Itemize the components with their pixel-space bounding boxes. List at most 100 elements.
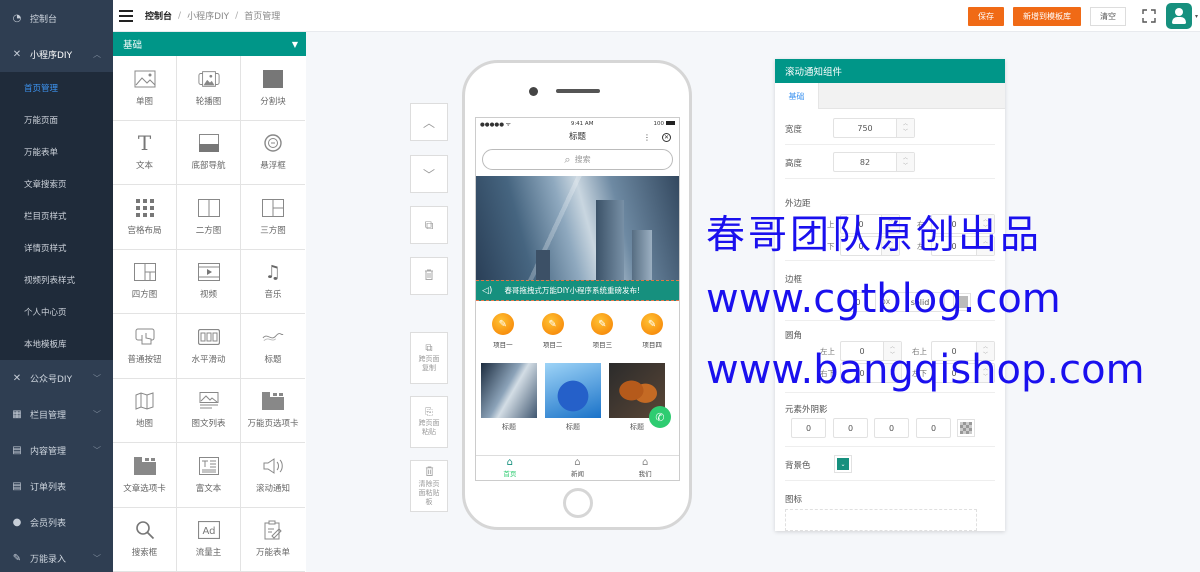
shadow-color-picker[interactable] <box>957 419 975 437</box>
sidebar-subitem-article-search[interactable]: 文章搜索页 <box>0 168 113 200</box>
stepper[interactable]: ︿ ﹀ <box>896 119 914 137</box>
component-label: 滚动通知 <box>255 483 290 494</box>
breadcrumb-item[interactable]: 小程序DIY <box>187 9 229 22</box>
background-color-picker[interactable]: ⌄ <box>834 455 852 473</box>
sidebar-item-miniprogram-diy[interactable]: ✕ 小程序DIY ︿ <box>0 36 113 72</box>
caret-down-icon[interactable]: ▾ <box>1195 13 1198 20</box>
sidebar-item-label: 订单列表 <box>30 482 67 493</box>
preview-tab-home[interactable]: ⌂ 首页 <box>503 458 516 479</box>
component-item[interactable]: 滚动通知 <box>241 443 305 508</box>
component-item[interactable]: 标题 <box>241 314 305 379</box>
shadow-x-input[interactable]: 0 <box>791 418 826 438</box>
save-button[interactable]: 保存 <box>967 6 1004 26</box>
fullscreen-icon[interactable] <box>1142 9 1156 23</box>
preview-tab-news[interactable]: ⌂ 新闻 <box>571 457 584 479</box>
shadow-spread-input[interactable]: 0 <box>916 418 951 438</box>
grid-item[interactable]: ✎ 项目二 <box>528 313 578 349</box>
component-item[interactable]: 普通按钮 <box>113 314 177 379</box>
component-item[interactable]: T 文本 <box>113 120 177 185</box>
component-item[interactable]: 底部导航 <box>177 120 241 185</box>
mini-nav-bar: 标题 ⋮ ✕ <box>476 129 679 146</box>
sidebar-item-official-account-diy[interactable]: ✕ 公众号DIY ﹀ <box>0 360 113 396</box>
component-item[interactable]: 水平滑动 <box>177 314 241 379</box>
preview-tab-about[interactable]: ⌂ 我们 <box>639 457 652 479</box>
sidebar-subitem-home-management[interactable]: 首页管理 <box>0 72 113 104</box>
user-avatar[interactable] <box>1165 3 1192 29</box>
palette-title: 基础 <box>123 40 143 51</box>
search-icon <box>134 520 156 540</box>
component-item[interactable]: 地图 <box>113 378 177 443</box>
component-item[interactable]: 万能页选项卡 <box>241 379 305 443</box>
scroll-item[interactable]: 标题 <box>481 363 537 432</box>
phone-call-icon[interactable]: ✆ <box>649 406 671 428</box>
sidebar-item-column-management[interactable]: ▦ 栏目管理 ﹀ <box>0 396 113 432</box>
sidebar-item-universal-entry[interactable]: ✎ 万能录入 ﹀ <box>0 540 113 572</box>
sidebar-item-content-management[interactable]: ▤ 内容管理 ﹀ <box>0 432 113 468</box>
menu-toggle-icon[interactable] <box>119 9 133 22</box>
cross-page-copy-button[interactable]: ⧉ 跨页面复制 <box>410 332 448 384</box>
tab-basic[interactable]: 基础 <box>775 83 819 109</box>
component-item[interactable]: 分割块 <box>241 56 305 121</box>
sidebar-subitem-profile-page[interactable]: 个人中心页 <box>0 296 113 328</box>
palette-header[interactable]: 基础 ▼ <box>113 32 306 56</box>
component-item[interactable]: 文章选项卡 <box>113 443 177 508</box>
image-text-list-icon <box>198 391 220 411</box>
shadow-y-input[interactable]: 0 <box>833 418 868 438</box>
sidebar-item-dashboard[interactable]: ◔ 控制台 <box>0 0 113 36</box>
component-item[interactable]: 宫格布局 <box>113 185 177 250</box>
shadow-blur-input[interactable]: 0 <box>874 418 909 438</box>
component-item[interactable]: 搜索框 <box>113 507 177 572</box>
move-up-button[interactable]: ︿ <box>410 103 448 141</box>
cross-page-paste-button[interactable]: ⎘ 跨页面粘贴 <box>410 396 448 448</box>
width-label: 宽度 <box>785 125 803 135</box>
status-bar: ●●●●● ᯤ 9:41 AM 100 <box>476 118 679 129</box>
home-icon: ⌂ <box>574 457 581 468</box>
sidebar-item-label: 公众号DIY <box>30 374 73 385</box>
component-item[interactable]: 轮播图 <box>177 56 241 121</box>
component-item[interactable]: 图文列表 <box>177 378 241 443</box>
component-item[interactable]: Ad 流量主 <box>177 507 241 572</box>
sidebar-subitem-column-style[interactable]: 栏目页样式 <box>0 200 113 232</box>
component-label: 文本 <box>135 161 153 172</box>
grid-item[interactable]: ✎ 项目四 <box>627 313 677 349</box>
component-item[interactable]: 富文本 <box>177 443 241 508</box>
component-item[interactable]: 四方图 <box>113 249 177 314</box>
component-item[interactable]: 视频 <box>177 249 241 314</box>
grid-item[interactable]: ✎ 项目三 <box>578 313 628 349</box>
home-icon: ⌂ <box>641 457 649 468</box>
component-item[interactable]: 万能表单 <box>241 508 305 572</box>
component-item[interactable]: 单图 <box>113 56 177 121</box>
sidebar-subitem-universal-page[interactable]: 万能页面 <box>0 104 113 136</box>
sidebar-subitem-local-templates[interactable]: 本地模板库 <box>0 328 113 360</box>
component-label: 富文本 <box>195 483 222 494</box>
breadcrumb-item[interactable]: 控制台 <box>145 9 172 22</box>
sidebar-item-member-list[interactable]: ● 会员列表 <box>0 504 113 540</box>
component-item[interactable]: 二方图 <box>177 185 241 250</box>
battery-icon <box>666 121 675 125</box>
sidebar-subitem-video-list-style[interactable]: 视频列表样式 <box>0 264 113 296</box>
icon-upload-area[interactable] <box>785 509 977 531</box>
add-to-template-button[interactable]: 新增到模板库 <box>1012 6 1081 26</box>
sidebar-item-order-list[interactable]: ▤ 订单列表 <box>0 468 113 504</box>
sidebar-subitem-universal-form[interactable]: 万能表单 <box>0 136 113 168</box>
width-input[interactable]: 750 ︿ ﹀ <box>833 118 915 138</box>
scrolling-notice[interactable]: ◁) 春哥拖拽式万能DIY小程序系统重磅发布! <box>476 280 679 301</box>
preview-search-box[interactable]: ⌕ 搜索 <box>482 149 673 170</box>
grid-item[interactable]: ✎ 项目一 <box>478 313 528 349</box>
clear-button[interactable]: 清空 <box>1089 6 1126 26</box>
component-item[interactable]: 悬浮框 <box>241 121 305 185</box>
height-input[interactable]: 82 ︿ ﹀ <box>833 152 915 172</box>
breadcrumb-item: 首页管理 <box>244 12 281 22</box>
component-label: 轮播图 <box>195 96 222 107</box>
component-item[interactable]: 三方图 <box>241 185 305 250</box>
move-down-button[interactable]: ﹀ <box>410 155 448 193</box>
copy-button[interactable]: ⧉ <box>410 206 448 244</box>
stepper[interactable]: ︿ ﹀ <box>896 153 914 171</box>
delete-button[interactable] <box>410 257 448 295</box>
banner-image[interactable] <box>476 176 679 280</box>
component-item[interactable]: ♫ 音乐 <box>241 250 305 314</box>
scroll-item[interactable]: 标题 <box>545 363 601 432</box>
sidebar-subitem-detail-style[interactable]: 详情页样式 <box>0 232 113 264</box>
clear-clipboard-button[interactable]: 清除页面粘贴板 <box>410 460 448 512</box>
notice-text: 春哥拖拽式万能DIY小程序系统重磅发布! <box>504 286 641 295</box>
